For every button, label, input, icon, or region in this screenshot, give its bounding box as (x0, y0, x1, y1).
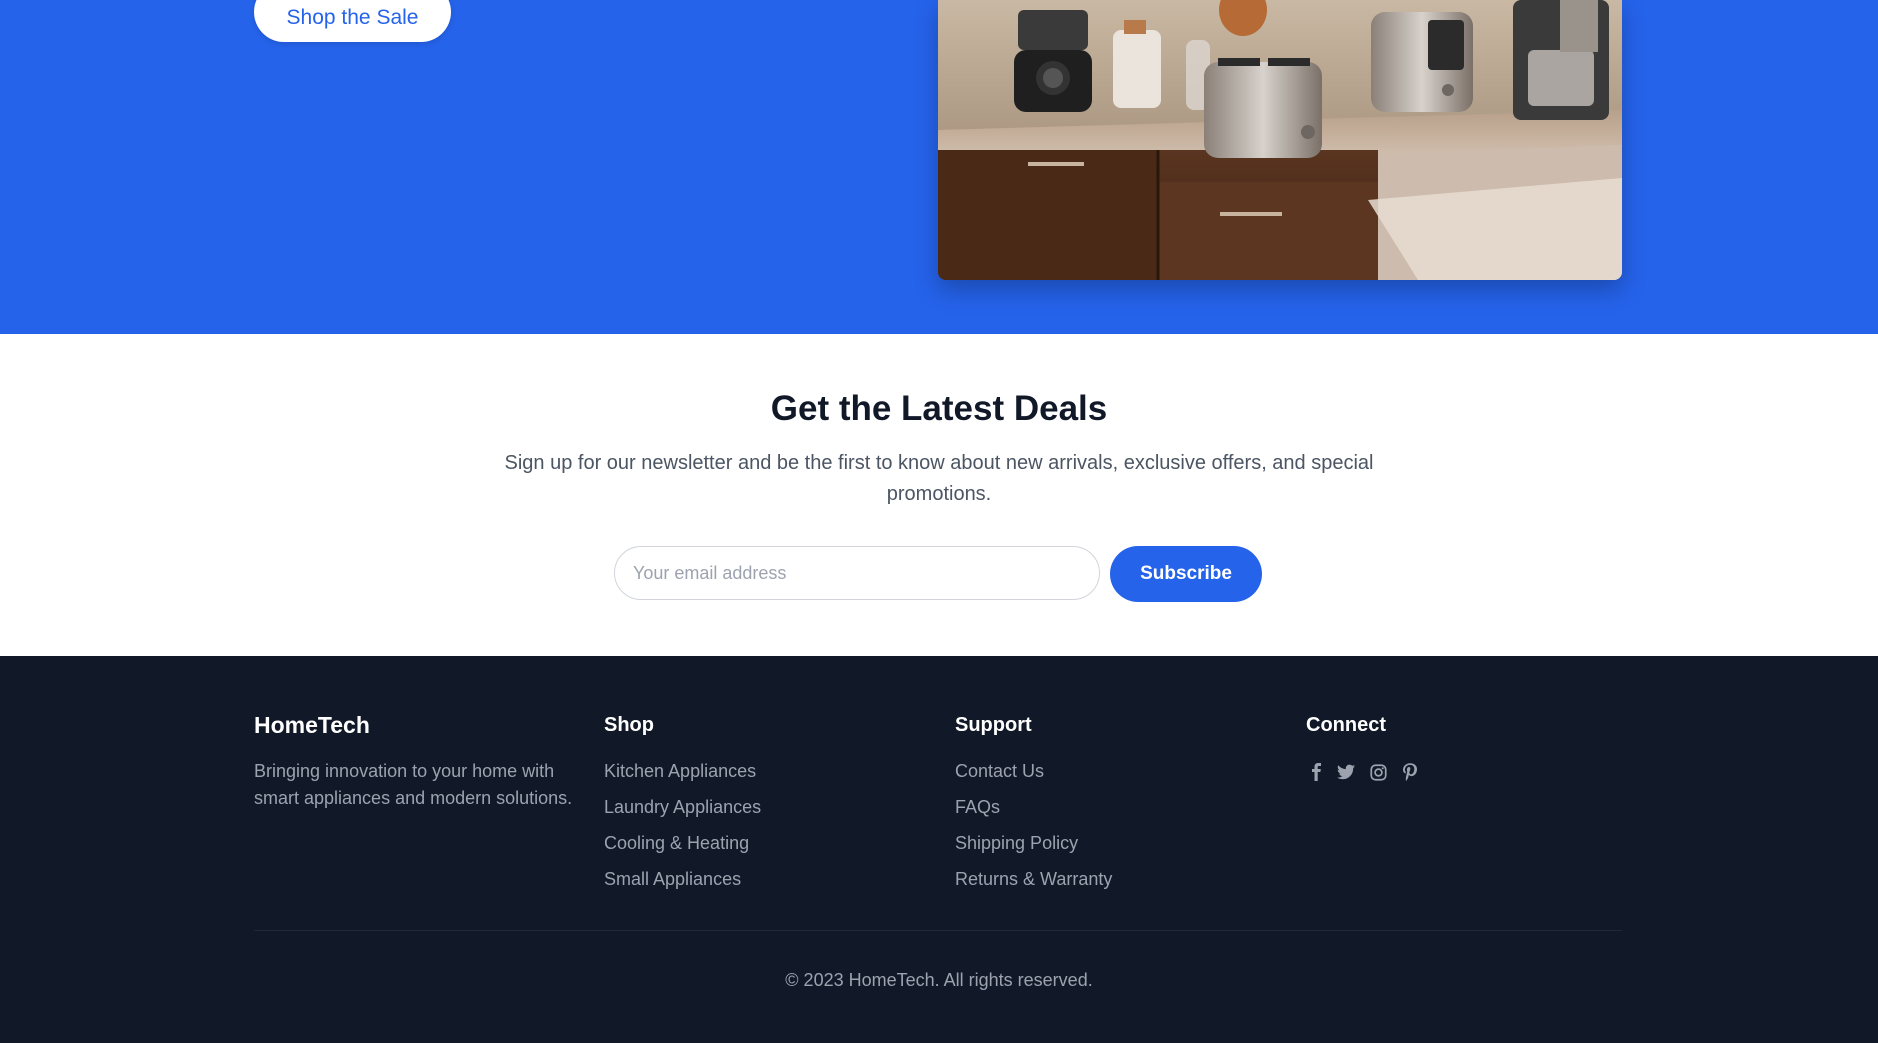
footer-support-title: Support (955, 714, 1032, 736)
hero-image (938, 0, 1622, 280)
newsletter-title: Get the Latest Deals (770, 389, 1108, 428)
footer-link-laundry-appliances[interactable]: Laundry Appliances (604, 797, 761, 818)
pinterest-icon[interactable] (1400, 762, 1420, 782)
footer-link-cooling-heating[interactable]: Cooling & Heating (604, 833, 749, 854)
hero-section: Shop the Sale (0, 0, 1878, 334)
footer-link-returns-warranty[interactable]: Returns & Warranty (955, 869, 1112, 890)
shop-the-sale-button[interactable]: Shop the Sale (254, 0, 451, 42)
email-input[interactable] (614, 546, 1100, 600)
footer-link-faqs[interactable]: FAQs (955, 797, 1000, 818)
facebook-icon[interactable] (1306, 762, 1326, 782)
footer-brand-tagline: Bringing innovation to your home with sm… (254, 761, 573, 808)
subscribe-button[interactable]: Subscribe (1110, 546, 1262, 602)
copyright-text: © 2023 HomeTech. All rights reserved. (785, 970, 1093, 990)
footer-link-small-appliances[interactable]: Small Appliances (604, 869, 741, 890)
footer-link-contact-us[interactable]: Contact Us (955, 761, 1044, 782)
footer-divider (254, 930, 1622, 931)
subscribe-label: Subscribe (1140, 563, 1232, 584)
footer-shop-title: Shop (604, 714, 654, 736)
footer: HomeTech Bringing innovation to your hom… (0, 656, 1878, 1043)
footer-link-shipping-policy[interactable]: Shipping Policy (955, 833, 1078, 854)
footer-brand-name: HomeTech (254, 712, 370, 738)
twitter-icon[interactable] (1336, 762, 1356, 782)
footer-link-kitchen-appliances[interactable]: Kitchen Appliances (604, 761, 756, 782)
instagram-icon[interactable] (1368, 762, 1388, 782)
footer-connect-title: Connect (1306, 714, 1386, 736)
newsletter-section: Get the Latest Deals Sign up for our new… (0, 334, 1878, 656)
shop-the-sale-label: Shop the Sale (286, 6, 419, 29)
newsletter-description: Sign up for our newsletter and be the fi… (504, 452, 1374, 505)
